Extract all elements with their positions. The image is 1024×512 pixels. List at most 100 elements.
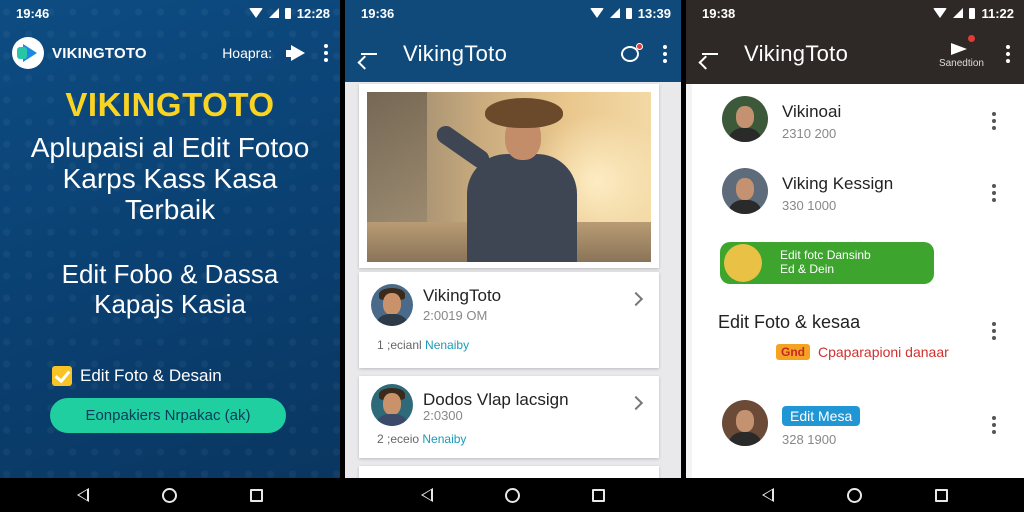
- app-title: VikingToto: [744, 41, 849, 66]
- status-clock: 12:28: [296, 5, 330, 21]
- chevron-right-icon[interactable]: [628, 395, 644, 411]
- announcement-label: Sanedtion: [938, 57, 984, 69]
- item-options-icon[interactable]: [992, 416, 996, 434]
- nav-home-icon[interactable]: [161, 487, 177, 503]
- avatar: [371, 284, 413, 326]
- item-subtext: 2 ;eceio Nenaiby: [377, 432, 466, 446]
- hero-section: VIKINGTOTO Aplupaisi al Edit Fotoo Karps…: [0, 86, 340, 319]
- phone-screen-feed: 19:36 13:39 VikingToto VikingToto 2:0019…: [345, 0, 681, 512]
- status-bar: 19:46 12:28: [0, 0, 340, 26]
- nav-back-icon[interactable]: [421, 488, 433, 502]
- app-bar: VikingToto: [345, 30, 681, 78]
- signal-icon: [268, 8, 279, 18]
- item-subtext-link[interactable]: Nenaiby: [422, 432, 466, 446]
- status-time: 19:46: [16, 5, 50, 21]
- back-arrow-icon[interactable]: [359, 47, 377, 61]
- status-clock: 13:39: [637, 5, 671, 21]
- megaphone-icon[interactable]: [286, 45, 306, 61]
- section-options-icon[interactable]: [992, 322, 996, 340]
- more-options-icon[interactable]: [663, 45, 667, 63]
- status-icons: 13:39: [589, 5, 671, 21]
- item-name: VikingToto: [423, 286, 502, 305]
- system-nav-bar: [686, 478, 1024, 512]
- nav-recents-icon[interactable]: [592, 488, 605, 502]
- announcement-group[interactable]: Sanedtion: [938, 34, 984, 69]
- content-sheet: Vikinoai 2310 200 Viking Kessign 330 100…: [692, 84, 1024, 478]
- avatar: [722, 96, 768, 142]
- cta-button[interactable]: Eonpakiers Nrpakac (ak): [50, 398, 286, 433]
- nav-back-icon[interactable]: [762, 488, 775, 502]
- nav-home-icon[interactable]: [505, 487, 520, 503]
- item-meta: 2310 200: [782, 126, 837, 141]
- chat-notification-icon[interactable]: [621, 43, 643, 62]
- feature-item: Edit Foto & Desain: [52, 366, 222, 386]
- search-label[interactable]: Hoapra:: [222, 45, 272, 61]
- nav-home-icon[interactable]: [846, 487, 862, 503]
- battery-icon: [969, 7, 976, 19]
- edit-badge[interactable]: Edit Mesa: [782, 406, 861, 426]
- item-options-icon[interactable]: [992, 112, 996, 130]
- list-item[interactable]: Dodos Vlap lacsign 2:0300 2 ;eceio Nenai…: [359, 376, 659, 458]
- item-meta: 328 1900: [782, 432, 837, 447]
- more-options-icon[interactable]: [1006, 45, 1010, 63]
- item-meta: 330 1000: [782, 198, 837, 213]
- item-options-icon[interactable]: [992, 184, 996, 202]
- notification-dot: [968, 34, 976, 42]
- wifi-icon: [589, 8, 604, 18]
- app-bar: VikingToto Sanedtion: [686, 30, 1024, 78]
- list-item[interactable]: Viking Kessign 330 1000: [692, 168, 1024, 220]
- feature-label: Edit Foto & Desain: [80, 366, 222, 385]
- item-subtext: 1 ;ecianl Nenaiby: [377, 338, 469, 352]
- screenshot-collage: 19:46 12:28 VIKINGTOTO Hoapra: VIKINGTOT…: [0, 0, 1024, 512]
- photo-building: [367, 92, 427, 242]
- chevron-right-icon[interactable]: [628, 291, 644, 307]
- phone-screen-landing: 19:46 12:28 VIKINGTOTO Hoapra: VIKINGTOT…: [0, 0, 340, 512]
- wifi-icon: [248, 8, 263, 18]
- phone-screen-list: 19:38 11:22 VikingToto Sanedtion Vikinoa…: [686, 0, 1024, 512]
- item-name: Dodos Vlap lacsign: [423, 390, 569, 409]
- highlight-line2: Ed & Dein: [780, 262, 835, 276]
- hero-tagline: Edit Fobo & Dassa Kapajs Kasia: [61, 259, 279, 319]
- status-time: 19:38: [702, 5, 736, 21]
- signal-icon: [609, 8, 620, 18]
- item-subtext-prefix: 2 ;eceio: [377, 432, 420, 446]
- photo-hat: [485, 98, 563, 128]
- status-icons: 11:22: [933, 6, 1014, 21]
- photo-body: [467, 154, 577, 262]
- item-name: Viking Kessign: [782, 174, 894, 193]
- megaphone-icon[interactable]: [951, 34, 976, 54]
- status-bar: 19:36 13:39: [345, 0, 681, 26]
- item-subtext-prefix: 1 ;ecianl: [377, 338, 422, 352]
- status-badge: Gnd: [776, 344, 810, 360]
- nav-recents-icon[interactable]: [250, 488, 264, 502]
- brand-name: VIKINGTOTO: [52, 44, 147, 62]
- list-item[interactable]: VikingToto 2:0019 OM 1 ;ecianl Nenaiby: [359, 272, 659, 368]
- app-logo-icon: [12, 37, 44, 69]
- nav-back-icon[interactable]: [76, 488, 89, 502]
- checkbox-icon: [52, 366, 72, 386]
- battery-icon: [284, 7, 291, 19]
- signal-icon: [953, 8, 964, 18]
- status-time: 19:36: [361, 5, 395, 21]
- wifi-icon: [933, 8, 948, 18]
- more-options-icon[interactable]: [324, 44, 328, 62]
- item-subtext-link[interactable]: Nenaiby: [425, 338, 469, 352]
- list-item[interactable]: Edit Mesa 328 1900: [692, 400, 1024, 452]
- avatar: [371, 384, 413, 426]
- highlighted-item[interactable]: Edit fotc Dansinb Ed & Dein: [720, 242, 934, 284]
- back-arrow-icon[interactable]: [700, 47, 718, 61]
- status-icons: 12:28: [248, 5, 330, 21]
- avatar: [722, 168, 768, 214]
- item-meta: 2:0019 OM: [423, 308, 488, 323]
- feed-photo[interactable]: [367, 92, 651, 262]
- hero-subtitle: Aplupaisi al Edit Fotoo Karps Kass Kasa …: [30, 132, 310, 225]
- hero-title: VIKINGTOTO: [65, 86, 275, 123]
- status-bar: 19:38 11:22: [686, 0, 1024, 26]
- nav-recents-icon[interactable]: [934, 488, 948, 502]
- battery-icon: [625, 7, 632, 19]
- list-item[interactable]: Vikinoai 2310 200: [692, 96, 1024, 148]
- section-title: Edit Foto & kesaa: [718, 312, 861, 332]
- app-bar: VIKINGTOTO Hoapra:: [0, 30, 340, 76]
- system-nav-bar: [0, 478, 340, 512]
- avatar: [722, 400, 768, 446]
